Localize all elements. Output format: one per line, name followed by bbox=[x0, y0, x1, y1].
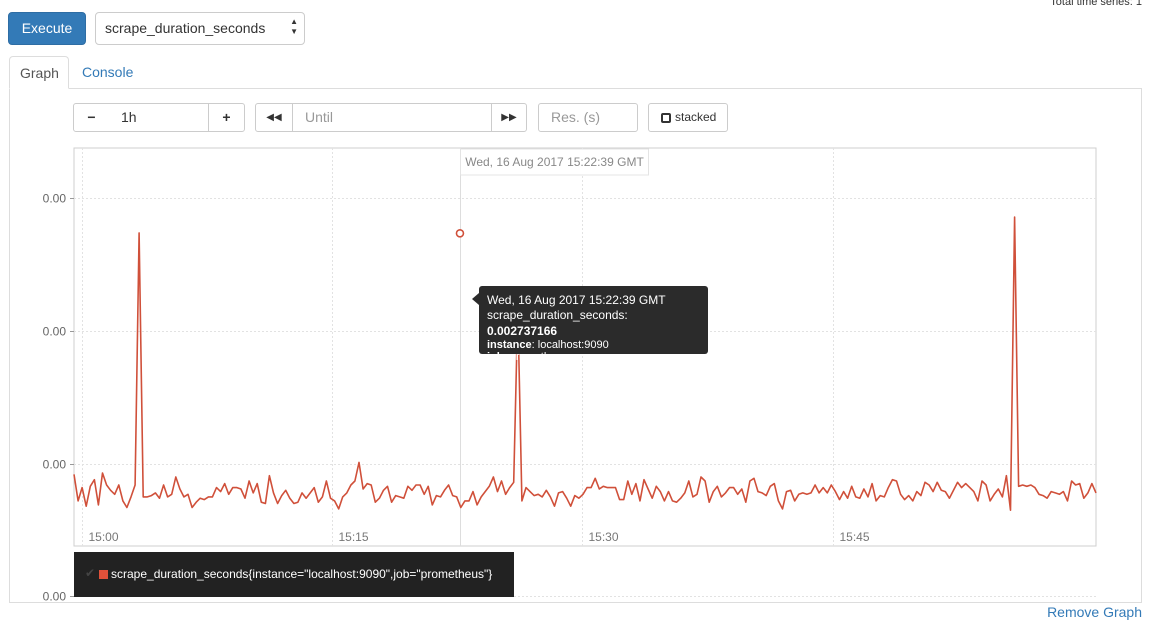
tooltip-instance-key: instance bbox=[487, 339, 532, 351]
tooltip-instance: instance: localhost:9090 bbox=[487, 339, 700, 351]
x-tick-label: 15:30 bbox=[589, 530, 619, 544]
x-tick-label: 15:15 bbox=[339, 530, 369, 544]
legend-check-icon[interactable]: ✔ bbox=[85, 566, 95, 580]
tooltip-value: 0.002737166 bbox=[487, 324, 558, 338]
hover-time-label: Wed, 16 Aug 2017 15:22:39 GMT bbox=[465, 155, 644, 169]
y-tick-label: 0.00 bbox=[43, 325, 67, 339]
tab-graph[interactable]: Graph bbox=[9, 56, 69, 89]
legend-swatch bbox=[99, 570, 108, 579]
y-tick-label: 0.00 bbox=[43, 192, 67, 206]
hover-tooltip: Wed, 16 Aug 2017 15:22:39 GMT scrape_dur… bbox=[472, 286, 708, 363]
tooltip-value-line: scrape_duration_seconds: 0.002737166 bbox=[487, 307, 700, 339]
graph-legend: ✔ scrape_duration_seconds{instance="loca… bbox=[74, 552, 514, 597]
remove-graph-link[interactable]: Remove Graph bbox=[1047, 604, 1142, 620]
tooltip-job: job: prometheus bbox=[487, 351, 700, 363]
legend-series-label[interactable]: scrape_duration_seconds{instance="localh… bbox=[111, 567, 492, 581]
y-tick-label: 0.00 bbox=[43, 590, 67, 604]
tooltip-job-key: job bbox=[487, 351, 504, 363]
tooltip-date: Wed, 16 Aug 2017 15:22:39 GMT bbox=[487, 293, 666, 307]
tooltip-instance-value: : localhost:9090 bbox=[531, 339, 609, 351]
hover-point bbox=[455, 228, 465, 238]
tooltip-metric: scrape_duration_seconds: bbox=[487, 308, 628, 322]
tooltip-job-value: : prometheus bbox=[503, 351, 568, 363]
x-tick-label: 15:45 bbox=[840, 530, 870, 544]
series-line bbox=[73, 216, 1097, 512]
y-tick-label: 0.00 bbox=[43, 458, 67, 472]
x-tick-label: 15:00 bbox=[89, 530, 119, 544]
